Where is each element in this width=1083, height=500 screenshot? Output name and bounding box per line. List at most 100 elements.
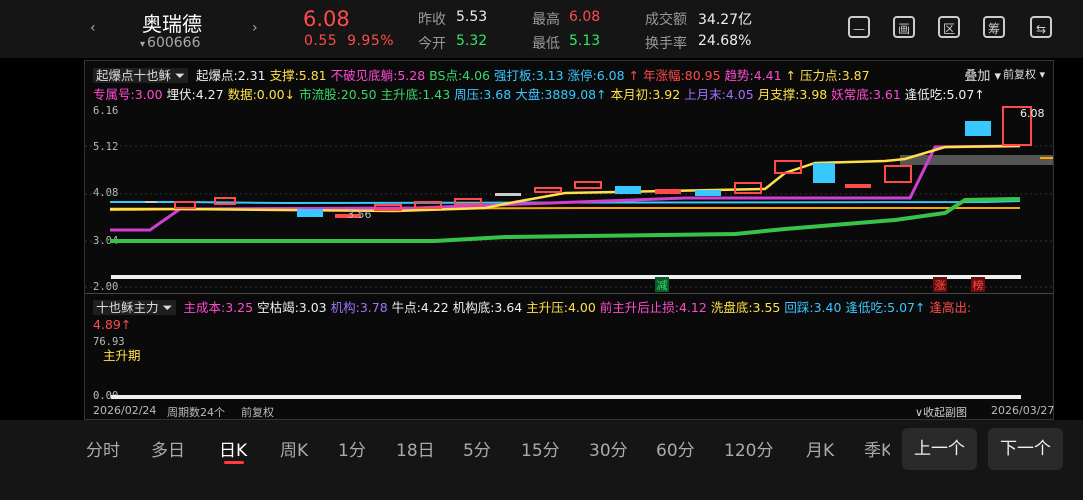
sub-indicator-value: 逢低吃:5.07↑ [845, 300, 926, 315]
sub-indicator-select[interactable]: 十也稣主力 ⏷ [93, 300, 176, 315]
max-price-marker: 6.08 [1020, 107, 1045, 120]
tab-monthly-k[interactable]: 月K [806, 436, 834, 461]
sub-indicator-value: 前主升后止损:4.12 [599, 300, 707, 315]
kline-chart-panel[interactable]: 起爆点十也稣 ⏷ 起爆点:2.31 支撑:5.81 不破见底躺:5.28 BS点:4.0… [84, 60, 1054, 420]
main-indicator-value: 大盘:3889.08↑ [515, 87, 607, 102]
chip-distribution-icon[interactable]: 筹 [983, 16, 1005, 38]
prev-close-label: 昨收 [418, 12, 446, 28]
prev-stock-button[interactable]: 上一个 [902, 428, 977, 470]
overlay-dropdown[interactable]: 叠加 ▾ [964, 65, 1001, 84]
main-indicator-value: 月支撑:3.98 [757, 87, 828, 102]
main-indicator-value: BS点:4.06 [429, 68, 490, 83]
range-tool-icon[interactable]: 区 [938, 16, 960, 38]
main-indicator-row1: 起爆点十也稣 ⏷ 起爆点:2.31 支撑:5.81 不破见底躺:5.28 BS点:4.0… [93, 65, 878, 84]
turnover-rate-value: 24.68% [698, 33, 752, 49]
main-indicator-value: 强打板:3.13 [494, 68, 564, 83]
resistance-band [900, 155, 1053, 165]
min-price-marker: 3.56 [347, 208, 372, 221]
adjust-dropdown[interactable]: 前复权 ▾ [1003, 66, 1045, 82]
prev-stock-arrow-icon[interactable]: ‹ [90, 20, 96, 36]
main-indicator-value: ↑ 年涨幅:80.95 [628, 68, 721, 83]
tab-30min[interactable]: 30分 [589, 436, 628, 461]
main-indicator-value: 市流股:20.50 [299, 87, 377, 102]
tab-multi-day[interactable]: 多日 [151, 436, 185, 461]
turnover-value: 34.27亿 [698, 12, 753, 28]
draw-tool-icon[interactable]: 画 [893, 16, 915, 38]
main-indicator-value: ↑ 压力点:3.87 [785, 68, 870, 83]
sub-indicator-value: 空枯竭:3.03 [257, 300, 327, 315]
change-amount: 0.55 [304, 33, 338, 49]
main-indicator-value: 埋伏:4.27 [166, 87, 224, 102]
tab-1min[interactable]: 1分 [338, 436, 366, 461]
prev-close-value: 5.53 [456, 9, 488, 25]
end-date: 2026/03/27 [991, 404, 1055, 417]
active-tab-indicator [224, 461, 244, 464]
low-label: 最低 [532, 36, 560, 52]
open-label: 今开 [418, 36, 446, 52]
main-indicator-value: 本月初:3.92 [610, 87, 681, 102]
change-percent: 9.95% [347, 33, 395, 49]
open-value: 5.32 [456, 33, 488, 49]
current-price: 6.08 [303, 7, 350, 31]
sub-indicator-value: 逢高出: [929, 300, 972, 315]
main-indicator-value: 主升底:1.43 [380, 87, 451, 102]
tab-daily-k[interactable]: 日K [219, 436, 247, 461]
kline-plot: 6.08 3.56 [85, 106, 1053, 288]
tab-intraday[interactable]: 分时 [86, 436, 120, 461]
main-indicator-value: 逢低吃:5.07↑ [904, 87, 985, 102]
start-date: 2026/02/24 [93, 404, 157, 417]
sub-indicator-value: 4.89↑ [93, 317, 132, 332]
next-stock-button[interactable]: 下一个 [988, 428, 1063, 470]
phase-label: 主升期 [103, 348, 141, 363]
high-value: 6.08 [569, 9, 601, 25]
main-indicator-select[interactable]: 起爆点十也稣 ⏷ [93, 68, 189, 83]
main-indicator-value: 支撑:5.81 [269, 68, 327, 83]
stock-code[interactable]: ▾ 600666 [140, 35, 200, 51]
main-indicator-value: 涨停:6.08 [567, 68, 625, 83]
turnover-label: 成交额 [645, 12, 687, 28]
stock-code-text: 600666 [147, 35, 201, 51]
tab-quarterly-k[interactable]: 季K [864, 436, 890, 461]
signal-tag-rise: 涨 [933, 277, 947, 292]
main-indicator-value: 妖常底:3.61 [831, 87, 901, 102]
tab-weekly-k[interactable]: 周K [280, 436, 308, 461]
caret-down-icon: ▾ [140, 39, 146, 50]
main-indicator-value: 起爆点:2.31 [196, 68, 266, 83]
sub-indicator-row1: 十也稣主力 ⏷ 主成本:3.25 空枯竭:3.03 机构:3.78 牛点:4.22 机构底… [93, 297, 979, 316]
tab-60min[interactable]: 60分 [656, 436, 695, 461]
minimize-icon[interactable]: — [848, 16, 870, 38]
tab-15min[interactable]: 15分 [521, 436, 560, 461]
panel-divider [85, 293, 1053, 294]
main-indicator-value: 专属号:3.00 [93, 87, 163, 102]
sub-indicator-value: 洗盘底:3.55 [710, 300, 781, 315]
signal-tag-board: 榜 [971, 277, 985, 292]
period-count: 周期数24个 [167, 406, 225, 419]
price-change: 0.55 9.95% [304, 33, 394, 49]
tab-18day[interactable]: 18日 [396, 436, 435, 461]
period-tab-bar: 分时 多日 日K 周K 1分 18日 5分 15分 30分 60分 120分 月… [0, 420, 1083, 500]
signal-strip [111, 275, 1021, 279]
bs-point-line [110, 197, 1021, 243]
stock-name: 奥瑞德 [142, 12, 202, 36]
next-stock-arrow-icon[interactable]: › [252, 20, 258, 36]
tab-5min[interactable]: 5分 [463, 436, 491, 461]
sub-baseline [111, 395, 1021, 399]
low-value: 5.13 [569, 33, 601, 49]
sub-indicator-row2: 4.89↑ [93, 317, 139, 332]
sub-indicator-value: 机构底:3.64 [452, 300, 523, 315]
sub-indicator-value: 主成本:3.25 [183, 300, 254, 315]
sub-indicator-value: 回踩:3.40 [784, 300, 842, 315]
high-label: 最高 [532, 12, 560, 28]
sub-indicator-value: 牛点:4.22 [391, 300, 449, 315]
rotate-screen-icon[interactable]: ⇆ [1030, 16, 1052, 38]
signal-tag-reduce: 减 [655, 277, 669, 292]
main-indicator-value: 数据:0.00↓ [227, 87, 296, 102]
collapse-subchart-button[interactable]: ∨收起副图 [915, 404, 967, 420]
main-indicator-value: 趋势:4.41 [724, 68, 782, 83]
footer-adjust: 前复权 [241, 406, 274, 419]
tab-120min[interactable]: 120分 [724, 436, 773, 461]
sub-indicator-value: 机构:3.78 [330, 300, 388, 315]
turnover-rate-label: 换手率 [645, 36, 687, 52]
quote-header: ‹ › 奥瑞德 ▾ 600666 6.08 0.55 9.95% 昨收 5.53 … [0, 0, 1083, 58]
sub-indicator-value: 主升压:4.00 [526, 300, 596, 315]
